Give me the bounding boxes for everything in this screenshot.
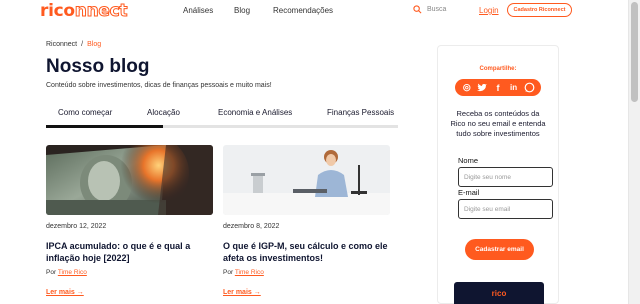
search-box[interactable]: Busca: [413, 5, 446, 14]
rico-banner-logo: rico: [491, 288, 507, 298]
newsletter-promo-text: Receba os conteúdos da Rico no seu email…: [450, 109, 546, 138]
article-card[interactable]: dezembro 12, 2022 IPCA acumulado: o que …: [46, 145, 213, 296]
read-more-link[interactable]: Ler mais →: [223, 289, 390, 296]
author-link[interactable]: Time Rico: [58, 269, 87, 276]
article-image-woman-laptop[interactable]: [223, 145, 390, 215]
logo-text-nnect: nnect: [74, 1, 128, 22]
author-link[interactable]: Time Rico: [235, 269, 264, 276]
riconnect-logo[interactable]: rico nnect: [40, 1, 128, 22]
author-prefix: Por: [223, 269, 234, 276]
breadcrumb: Riconnect / Blog: [46, 41, 101, 48]
breadcrumb-separator: /: [81, 41, 84, 48]
article-date: dezembro 12, 2022: [46, 223, 107, 230]
tab-active-indicator: [46, 125, 163, 128]
breadcrumb-current: Blog: [87, 41, 102, 48]
name-label: Nome: [458, 156, 479, 165]
article-date: dezembro 8, 2022: [223, 223, 280, 230]
read-more-link[interactable]: Ler mais →: [46, 289, 213, 296]
page-scrollbar[interactable]: [628, 0, 640, 304]
name-field[interactable]: Digite seu nome: [458, 167, 553, 187]
search-placeholder: Busca: [427, 6, 447, 13]
tab-alocacao[interactable]: Alocação: [147, 108, 180, 117]
author-prefix: Por: [46, 269, 57, 276]
article-card[interactable]: dezembro 8, 2022 O que é IGP-M, seu cálc…: [223, 145, 390, 296]
article-title[interactable]: IPCA acumulado: o que é e qual a inflaçã…: [46, 240, 213, 264]
email-field[interactable]: Digite seu email: [458, 199, 553, 219]
newsletter-sidebar: Compartilhe: ◎ f in Receba os conteúdos …: [437, 45, 559, 304]
scrollbar-thumb[interactable]: [631, 2, 638, 102]
burning-dollar-image: [46, 145, 213, 215]
nav-blog[interactable]: Blog: [234, 6, 250, 15]
top-navbar: rico nnect Análises Blog Recomendações Bu…: [0, 0, 628, 22]
rico-banner[interactable]: rico: [454, 282, 544, 304]
login-link[interactable]: Login: [479, 6, 499, 15]
article-author-line: Por Time Rico: [46, 269, 213, 276]
nav-recomendacoes[interactable]: Recomendações: [273, 6, 333, 15]
article-author-line: Por Time Rico: [223, 269, 390, 276]
tab-financas-pessoais[interactable]: Finanças Pessoais: [327, 108, 394, 117]
logo-text-rico: rico: [40, 1, 75, 21]
share-label: Compartilhe:: [479, 66, 517, 72]
page-subtitle: Conteúdo sobre investimentos, dicas de f…: [46, 82, 272, 89]
tab-como-comecar[interactable]: Como começar: [58, 108, 112, 117]
article-title[interactable]: O que é IGP-M, seu cálculo e como ele af…: [223, 240, 390, 264]
category-tabs: Como começar Alocação Economia e Análise…: [46, 104, 398, 128]
facebook-icon[interactable]: f: [492, 82, 504, 94]
page: rico nnect Análises Blog Recomendações Bu…: [0, 0, 640, 304]
linkedin-icon[interactable]: in: [508, 82, 520, 94]
subscribe-email-button[interactable]: Cadastrar email: [465, 239, 534, 260]
twitter-icon[interactable]: [476, 82, 488, 94]
signup-button[interactable]: Cadastro Riconnect: [507, 3, 572, 17]
nav-analises[interactable]: Análises: [183, 6, 213, 15]
email-label: E-mail: [458, 188, 480, 197]
breadcrumb-home[interactable]: Riconnect: [46, 41, 77, 48]
search-icon: [413, 5, 422, 14]
whatsapp-icon[interactable]: [523, 82, 535, 94]
woman-laptop-image: [223, 145, 390, 215]
share-bar: ◎ f in: [455, 79, 541, 96]
page-title: Nosso blog: [46, 56, 150, 77]
instagram-icon[interactable]: ◎: [461, 82, 473, 94]
article-image-dollar[interactable]: [46, 145, 213, 215]
tab-economia-analises[interactable]: Economia e Análises: [218, 108, 292, 117]
